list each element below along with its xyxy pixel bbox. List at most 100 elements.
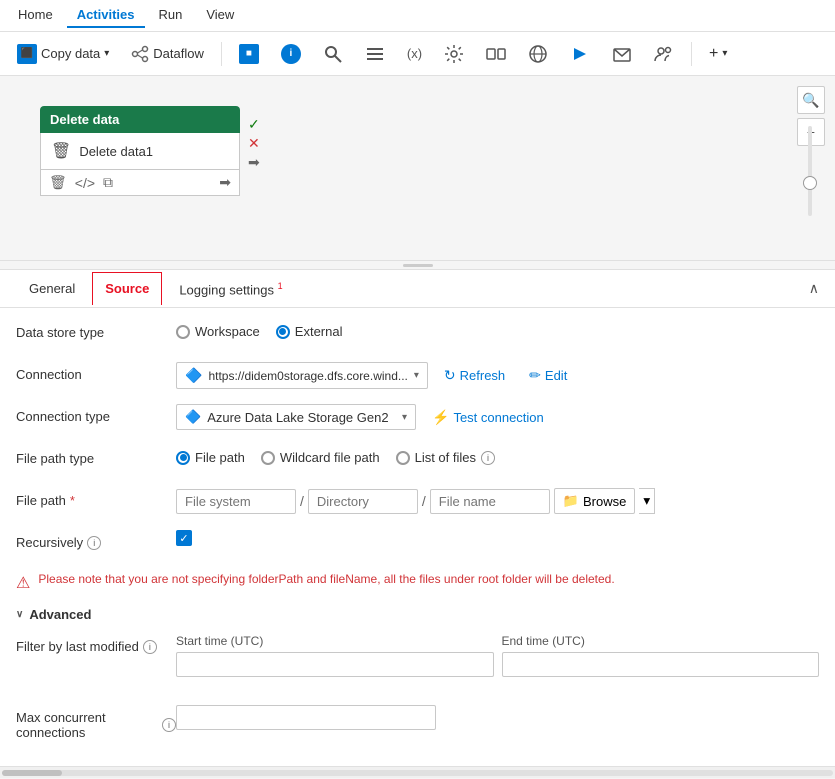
max-connections-control (176, 705, 819, 730)
file-path-inputs: / / 📁 Browse ▾ (176, 488, 819, 514)
arrow-right-icon (570, 44, 590, 64)
add-button[interactable]: + ▾ (700, 40, 736, 68)
adls-icon: 🔷 (185, 409, 201, 425)
toolbar-separator-1 (221, 42, 222, 66)
activity-node-footer: 🗑 </> ⧉ ➡ (40, 170, 240, 196)
workspace-radio-button[interactable] (176, 325, 190, 339)
toolbar-icon-1[interactable]: ■ (230, 39, 268, 69)
max-connections-input[interactable] (176, 705, 436, 730)
tab-general[interactable]: General (16, 272, 88, 305)
filter-time-grid: Start time (UTC) End time (UTC) (176, 634, 819, 677)
connection-input[interactable]: 🔷 https://didem0storage.dfs.core.wind...… (176, 362, 428, 389)
workspace-radio[interactable]: Workspace (176, 324, 260, 339)
toolbar-icon-4[interactable] (356, 39, 394, 69)
recursively-row: Recursively i ✓ (16, 530, 819, 558)
toolbar-icon-11[interactable] (645, 39, 683, 69)
teams-icon (654, 44, 674, 64)
trash-icon: 🗑 (51, 141, 71, 161)
toolbar-icon-10[interactable] (603, 39, 641, 69)
zoom-slider-thumb[interactable] (803, 176, 817, 190)
dataflow-icon (131, 45, 149, 63)
list-files-radio[interactable]: List of files i (396, 450, 495, 465)
copy-data-button[interactable]: ⬛ Copy data ▾ (8, 39, 118, 69)
globe-icon (528, 44, 548, 64)
start-time-input[interactable] (176, 652, 494, 677)
list-files-radio-button[interactable] (396, 451, 410, 465)
filter-by-modified-row: Filter by last modified i Start time (UT… (16, 634, 819, 691)
wildcard-radio[interactable]: Wildcard file path (261, 450, 380, 465)
file-path-type-row: File path type File path Wildcard file p… (16, 446, 819, 474)
connection-type-select[interactable]: 🔷 Azure Data Lake Storage Gen2 ▾ (176, 404, 416, 430)
file-path-radio-button[interactable] (176, 451, 190, 465)
copy-data-icon: ⬛ (17, 44, 37, 64)
code-icon[interactable]: </> (75, 175, 95, 191)
browse-split-caret: ▾ (643, 493, 650, 508)
edit-icon: ✏ (529, 367, 541, 384)
menu-run[interactable]: Run (149, 3, 193, 28)
search-icon (323, 44, 343, 64)
tab-logging[interactable]: Logging settings 1 (166, 272, 295, 305)
file-system-input[interactable] (176, 489, 296, 514)
dataflow-button[interactable]: Dataflow (122, 40, 213, 68)
toolbar-icon-9[interactable] (561, 39, 599, 69)
filter-by-modified-label: Filter by last modified i (16, 634, 176, 654)
edit-button[interactable]: ✏ Edit (521, 363, 575, 388)
recursively-checkbox[interactable]: ✓ (176, 530, 192, 546)
file-path-type-label: File path type (16, 446, 176, 466)
end-time-input[interactable] (502, 652, 820, 677)
refresh-button[interactable]: ↻ Refresh (436, 363, 513, 388)
activity-node-body: 🗑 Delete data1 (40, 133, 240, 170)
zoom-slider-track (808, 126, 812, 216)
connection-type-row: Connection type 🔷 Azure Data Lake Storag… (16, 404, 819, 432)
max-connections-label: Max concurrent connections i (16, 705, 176, 740)
file-path-radio[interactable]: File path (176, 450, 245, 465)
bottom-scrollbar (0, 766, 835, 778)
test-connection-button[interactable]: ⚡ Test connection (424, 405, 552, 430)
copy-data-caret: ▾ (104, 48, 109, 59)
clone-icon[interactable]: ⧉ (103, 174, 113, 191)
activity-node[interactable]: Delete data 🗑 Delete data1 🗑 </> ⧉ ➡ (40, 106, 240, 196)
toolbar-icon-6[interactable] (435, 39, 473, 69)
connection-dropdown-icon: ▾ (414, 370, 419, 381)
filter-by-modified-controls: Start time (UTC) End time (UTC) (176, 634, 819, 691)
collapse-bar[interactable] (0, 261, 835, 269)
delete-data-title: Delete data (50, 112, 119, 127)
toolbar-icon-3[interactable] (314, 39, 352, 69)
toolbar-icon-2[interactable]: i (272, 39, 310, 69)
wildcard-radio-button[interactable] (261, 451, 275, 465)
blue-square-icon: ■ (239, 44, 259, 64)
file-path-type-options: File path Wildcard file path List of fil… (176, 446, 819, 465)
search-canvas-button[interactable]: 🔍 (797, 86, 825, 114)
browse-button[interactable]: 📁 Browse (554, 488, 636, 514)
menu-activities[interactable]: Activities (67, 3, 145, 28)
file-name-input[interactable] (430, 489, 550, 514)
toolbar-icon-7[interactable] (477, 39, 515, 69)
data-store-type-options: Workspace External (176, 320, 819, 339)
required-star: * (70, 493, 75, 508)
add-icon: + (709, 45, 718, 63)
menu-home[interactable]: Home (8, 3, 63, 28)
collapse-panel-button[interactable]: ∧ (809, 280, 819, 297)
external-radio-button[interactable] (276, 325, 290, 339)
end-time-label: End time (UTC) (502, 634, 820, 648)
status-error-icon: ✕ (248, 135, 260, 152)
toolbar: ⬛ Copy data ▾ Dataflow ■ i (x) + ▾ (0, 32, 835, 76)
directory-input[interactable] (308, 489, 418, 514)
advanced-section-header[interactable]: ∨ Advanced (16, 607, 819, 622)
toolbar-icon-5[interactable]: (x) (398, 41, 431, 66)
dataflow-label: Dataflow (153, 46, 204, 61)
filter-info-icon: i (143, 640, 157, 654)
toolbar-separator-2 (691, 42, 692, 66)
tab-source[interactable]: Source (92, 272, 162, 305)
advanced-chevron-icon: ∨ (16, 609, 23, 620)
menu-view[interactable]: View (196, 3, 244, 28)
browse-split-button[interactable]: ▾ (639, 488, 655, 514)
list-icon (365, 44, 385, 64)
external-radio[interactable]: External (276, 324, 343, 339)
arrow-right-nav-icon[interactable]: ➡ (219, 174, 231, 191)
tab-list: General Source Logging settings 1 (16, 272, 300, 305)
scroll-thumb[interactable] (2, 770, 62, 776)
add-caret: ▾ (722, 48, 727, 59)
delete-icon[interactable]: 🗑 (49, 174, 67, 191)
toolbar-icon-8[interactable] (519, 39, 557, 69)
